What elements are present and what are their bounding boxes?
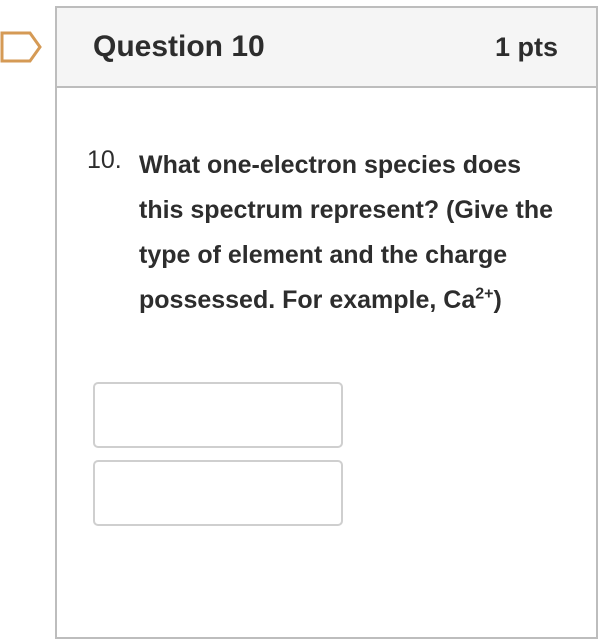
- question-number: 10.: [87, 146, 122, 174]
- answer-input-2[interactable]: [93, 460, 343, 526]
- charge-superscript: 2+: [475, 285, 494, 303]
- question-text: What one-electron species does this spec…: [139, 143, 559, 323]
- question-header: Question 10 1 pts: [57, 8, 596, 88]
- answer-input-1[interactable]: [93, 382, 343, 448]
- question-title: Question 10: [93, 30, 265, 63]
- bookmark-flag-icon[interactable]: [0, 29, 44, 65]
- question-card: Question 10 1 pts 10. What one-electron …: [55, 6, 598, 639]
- question-points: 1 pts: [494, 31, 558, 62]
- question-text-end: ): [493, 286, 502, 314]
